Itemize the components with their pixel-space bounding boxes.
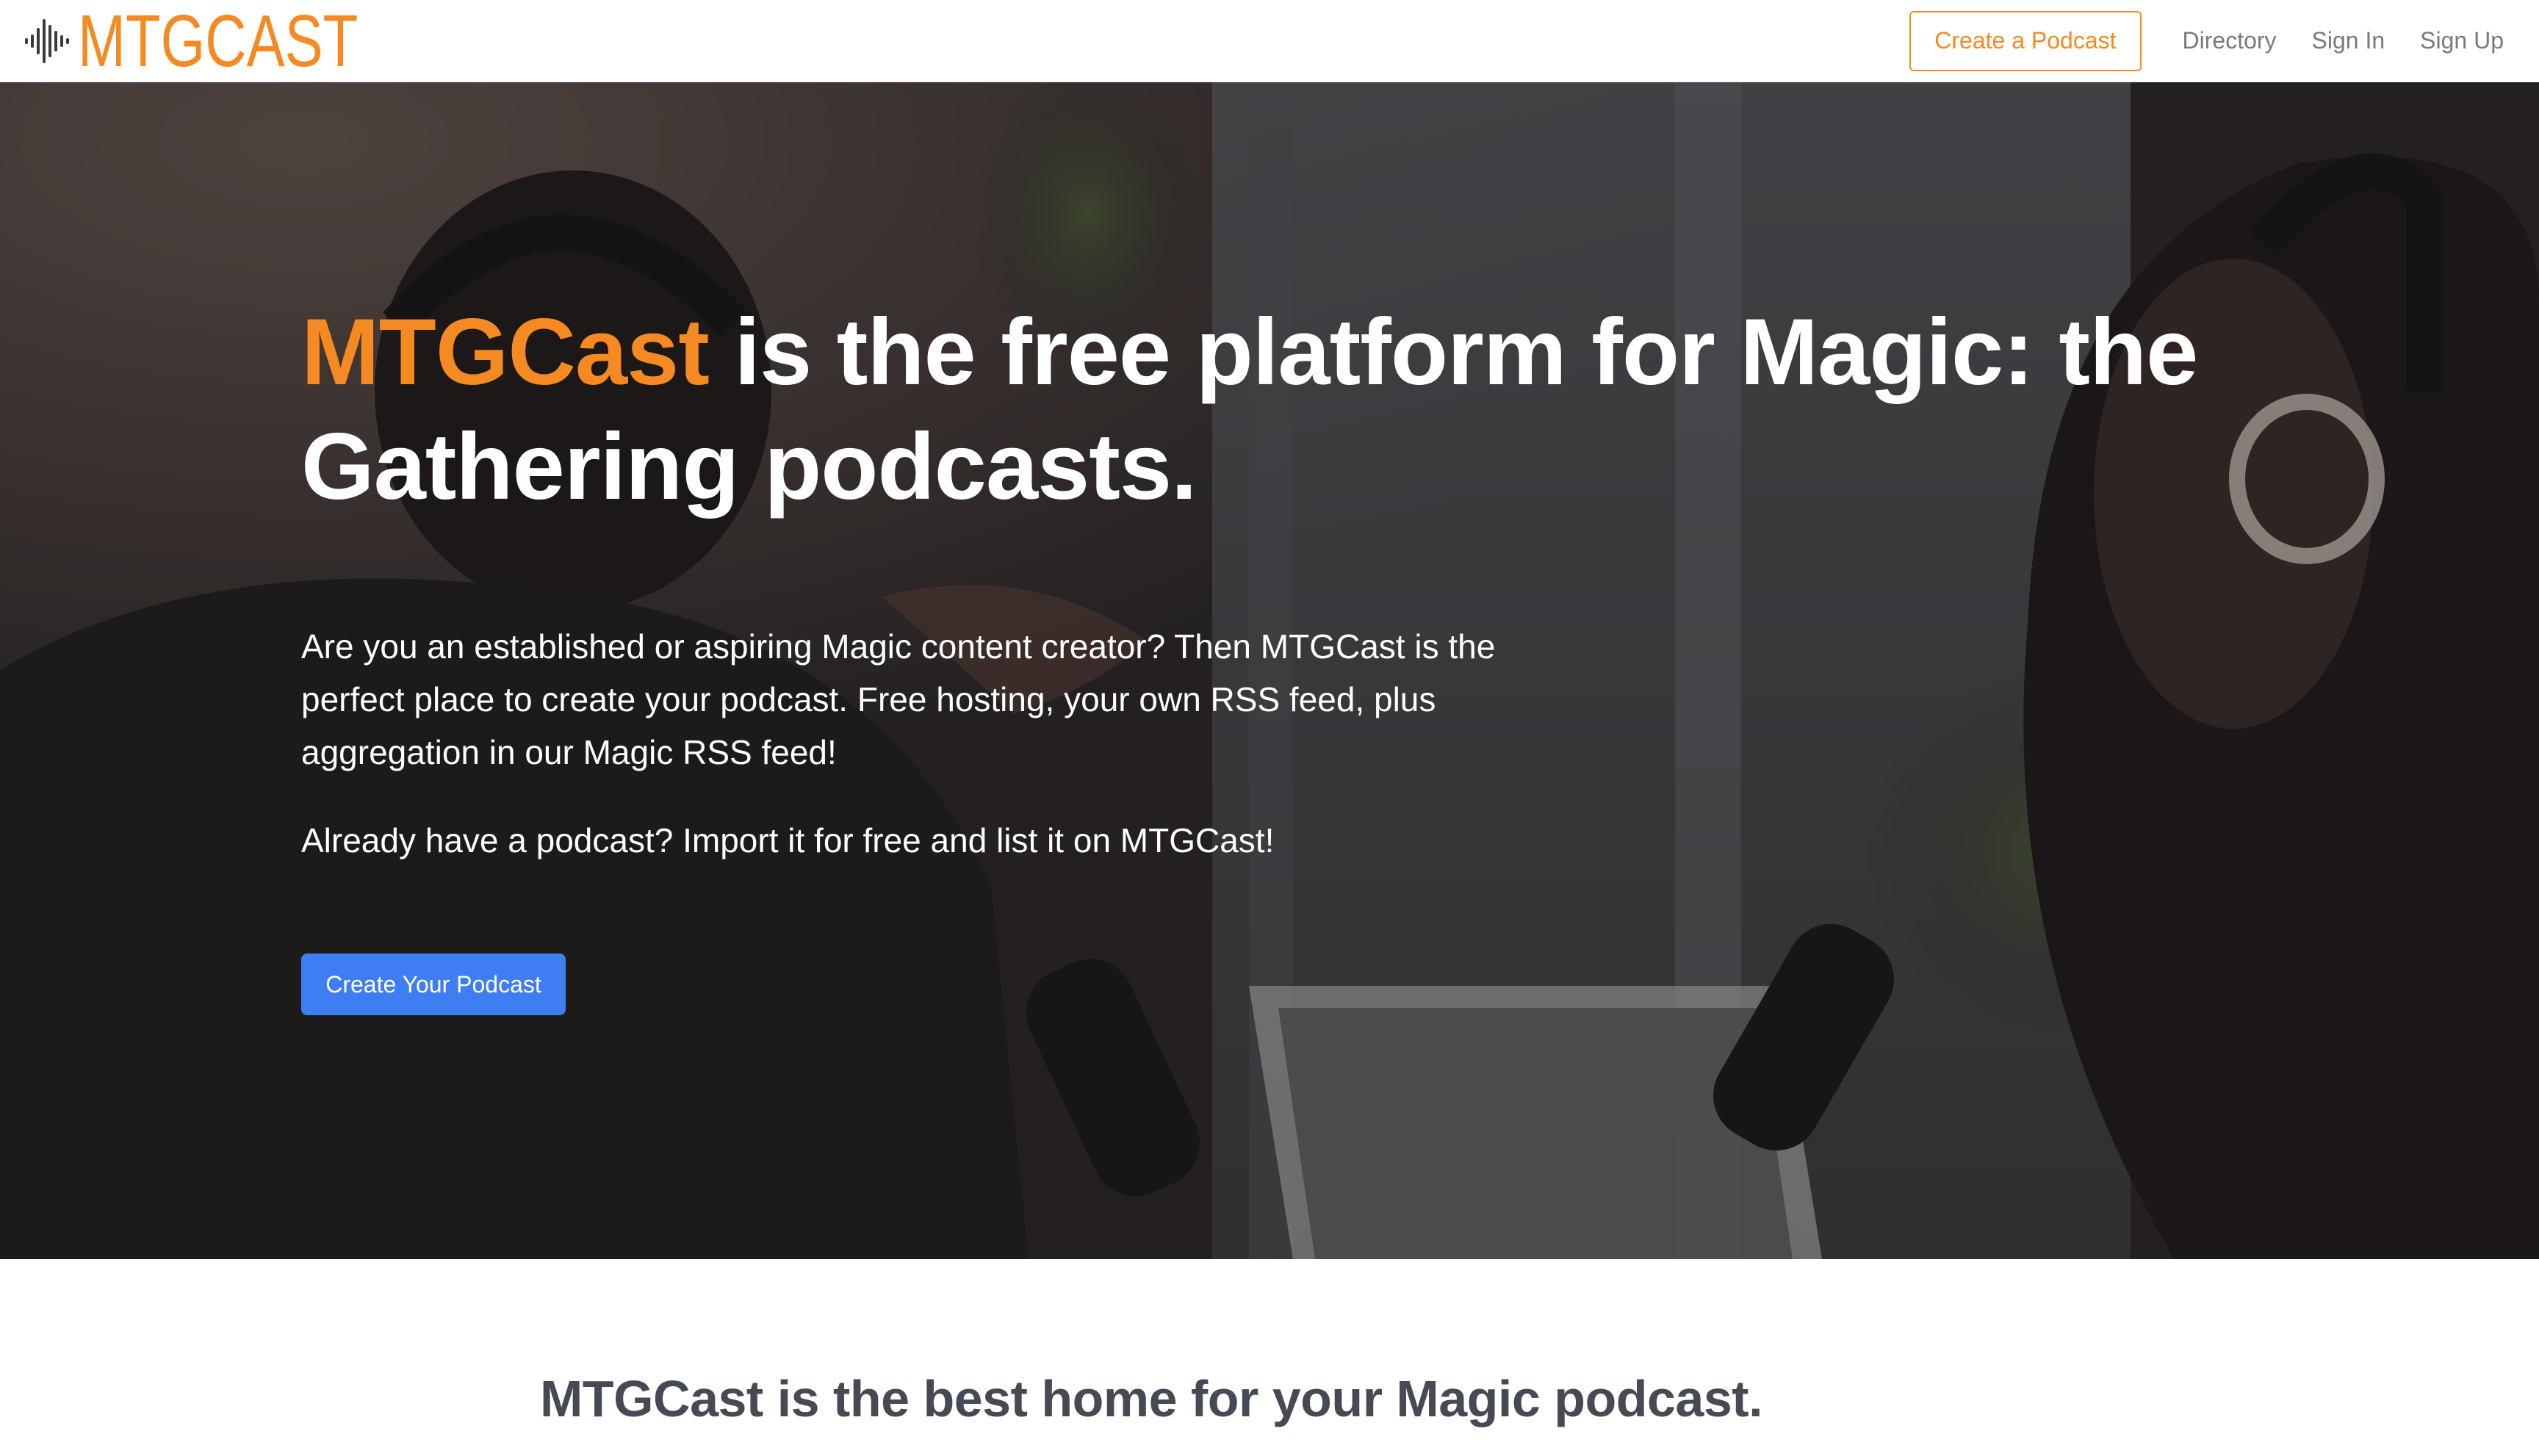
hero-title: MTGCast is the free platform for Magic: …: [301, 295, 2211, 525]
features-section: MTGCast is the best home for your Magic …: [0, 1259, 2539, 1456]
nav-link-directory[interactable]: Directory: [2165, 27, 2294, 54]
hero-title-accent: MTGCast: [301, 300, 710, 405]
create-your-podcast-button[interactable]: Create Your Podcast: [301, 954, 566, 1015]
features-heading: MTGCast is the best home for your Magic …: [540, 1370, 1763, 1427]
top-navbar: MTGCAST Create a Podcast Directory Sign …: [0, 0, 2539, 82]
hero-section: MTGCast is the free platform for Magic: …: [0, 82, 2539, 1259]
hero-paragraph-intro: Are you an established or aspiring Magic…: [301, 627, 1496, 771]
nav-link-sign-in[interactable]: Sign In: [2294, 27, 2403, 54]
soundwave-icon: [25, 18, 69, 63]
brand-logo[interactable]: MTGCAST: [24, 0, 437, 82]
nav-link-sign-up[interactable]: Sign Up: [2402, 27, 2521, 54]
hero-content: MTGCast is the free platform for Magic: …: [301, 295, 2211, 1015]
brand-wordmark: MTGCAST: [78, 0, 359, 82]
main-nav: Create a Podcast Directory Sign In Sign …: [1909, 10, 2521, 71]
create-podcast-button[interactable]: Create a Podcast: [1909, 10, 2142, 71]
hero-paragraph-import: Already have a podcast? Import it for fr…: [301, 821, 1275, 859]
